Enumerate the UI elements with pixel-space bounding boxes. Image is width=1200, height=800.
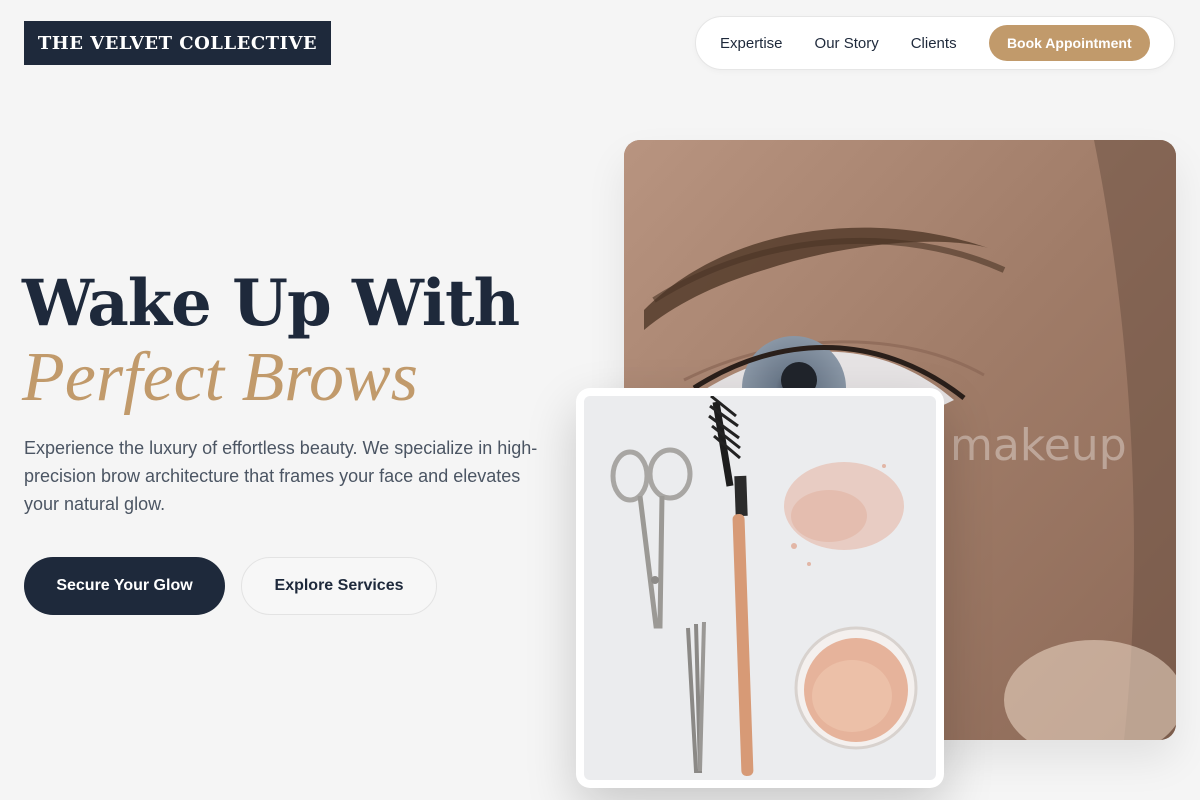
nav-link-expertise[interactable]: Expertise [720, 35, 783, 52]
hero-description: Experience the luxury of effortless beau… [24, 438, 538, 514]
scissors-icon [610, 447, 693, 629]
book-appointment-button[interactable]: Book Appointment [988, 25, 1150, 61]
tools-photo-card [576, 388, 944, 788]
hero-headline-line1: Wake Up With [22, 266, 520, 341]
photo-watermark-text: makeup [950, 420, 1127, 471]
brand-logo[interactable]: THE VELVET COLLECTIVE [24, 21, 331, 65]
cream-jar-icon [794, 626, 918, 750]
brand-name: THE VELVET COLLECTIVE [37, 32, 318, 54]
tweezers-icon [686, 621, 706, 773]
explore-services-button[interactable]: Explore Services [241, 557, 437, 615]
main-nav: Expertise Our Story Clients Book Appoint… [695, 16, 1175, 70]
brow-tools-illustration [610, 396, 918, 776]
spoolie-brush-icon [708, 396, 754, 776]
loose-powder-icon [784, 462, 904, 566]
nav-link-our-story[interactable]: Our Story [815, 35, 879, 52]
nav-link-clients[interactable]: Clients [911, 35, 957, 52]
hero-headline-line2: Perfect Brows [22, 339, 418, 416]
brow-tools-photo [584, 396, 936, 780]
secure-your-glow-button[interactable]: Secure Your Glow [24, 557, 225, 615]
